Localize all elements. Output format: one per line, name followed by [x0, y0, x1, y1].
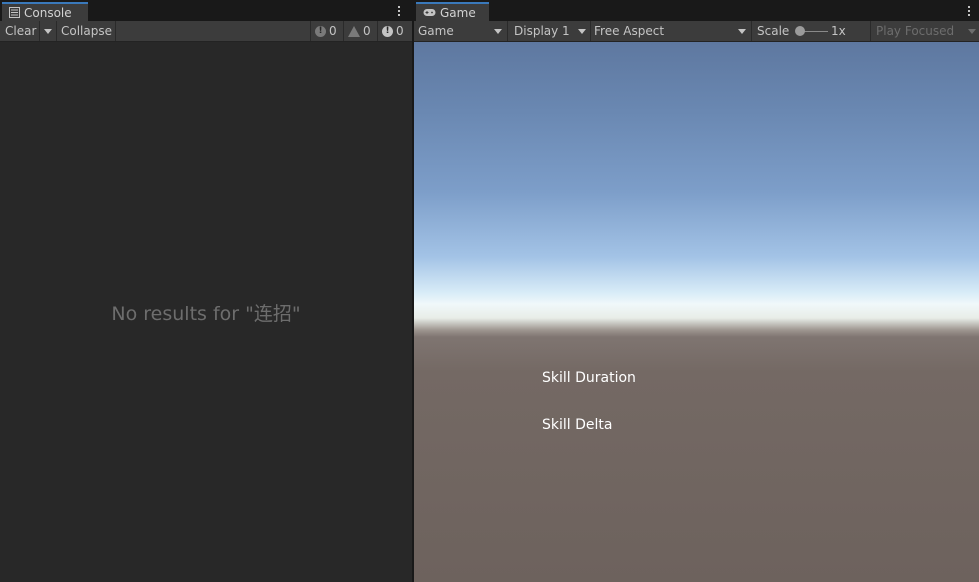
game-tabbar: Game — [414, 0, 979, 21]
view-mode-dropdown[interactable]: Game — [418, 21, 502, 41]
clear-options-dropdown[interactable] — [44, 21, 52, 41]
console-menu-icon[interactable] — [394, 3, 404, 19]
scale-label: Scale — [757, 21, 789, 41]
gamepad-icon — [423, 9, 436, 16]
tab-console-label: Console — [24, 5, 72, 20]
warning-count: 0 — [363, 24, 371, 38]
game-toolbar: Game Display 1 Free Aspect Scale 1x Play… — [414, 21, 979, 42]
play-mode-dropdown[interactable]: Play Focused — [876, 21, 976, 41]
console-toolbar: Clear Collapse ! 0 0 ! 0 — [0, 21, 412, 42]
display-label: Display 1 — [514, 24, 570, 38]
info-icon: ! — [382, 25, 393, 37]
collapse-button[interactable]: Collapse — [61, 21, 112, 41]
console-icon — [9, 7, 20, 18]
scale-label-text: Scale — [757, 24, 790, 38]
collapse-label: Collapse — [61, 24, 112, 38]
chevron-down-icon — [494, 29, 502, 34]
empty-results-message: No results for "连招" — [111, 303, 301, 325]
chevron-down-icon — [968, 29, 976, 34]
display-dropdown[interactable]: Display 1 — [514, 21, 586, 41]
info-filter-toggle[interactable]: ! 0 — [382, 21, 404, 41]
aspect-dropdown[interactable]: Free Aspect — [594, 21, 746, 41]
clear-button[interactable]: Clear — [5, 21, 36, 41]
scale-slider-handle[interactable] — [795, 26, 805, 36]
game-viewport[interactable]: Skill Duration Skill Delta — [414, 42, 979, 582]
clear-label: Clear — [5, 24, 37, 38]
warning-icon — [348, 25, 360, 37]
tab-console[interactable]: Console — [2, 2, 88, 21]
console-panel: Console Clear Collapse ! 0 0 ! 0 No resu… — [0, 0, 412, 582]
scale-value: 1x — [831, 21, 846, 41]
chevron-down-icon — [44, 28, 52, 34]
aspect-label: Free Aspect — [594, 24, 665, 38]
warning-filter-toggle[interactable]: 0 — [348, 21, 371, 41]
info-count: 0 — [396, 24, 404, 38]
tab-game[interactable]: Game — [416, 2, 489, 21]
error-filter-toggle[interactable]: ! 0 — [315, 21, 337, 41]
console-tabbar: Console — [0, 0, 412, 21]
view-mode-label: Game — [418, 24, 454, 38]
chevron-down-icon — [578, 29, 586, 34]
tab-game-label: Game — [440, 5, 476, 20]
skill-duration-label: Skill Duration — [542, 370, 636, 386]
chevron-down-icon — [738, 29, 746, 34]
game-panel: Game Game Display 1 Free Aspect Scale 1x — [414, 0, 979, 582]
console-log-area[interactable]: No results for "连招" — [0, 42, 412, 582]
error-count: 0 — [329, 24, 337, 38]
error-icon: ! — [315, 25, 326, 37]
skill-delta-label: Skill Delta — [542, 417, 613, 433]
scale-value-text: 1x — [831, 24, 846, 38]
game-menu-icon[interactable] — [964, 3, 974, 19]
play-mode-label: Play Focused — [876, 24, 955, 38]
